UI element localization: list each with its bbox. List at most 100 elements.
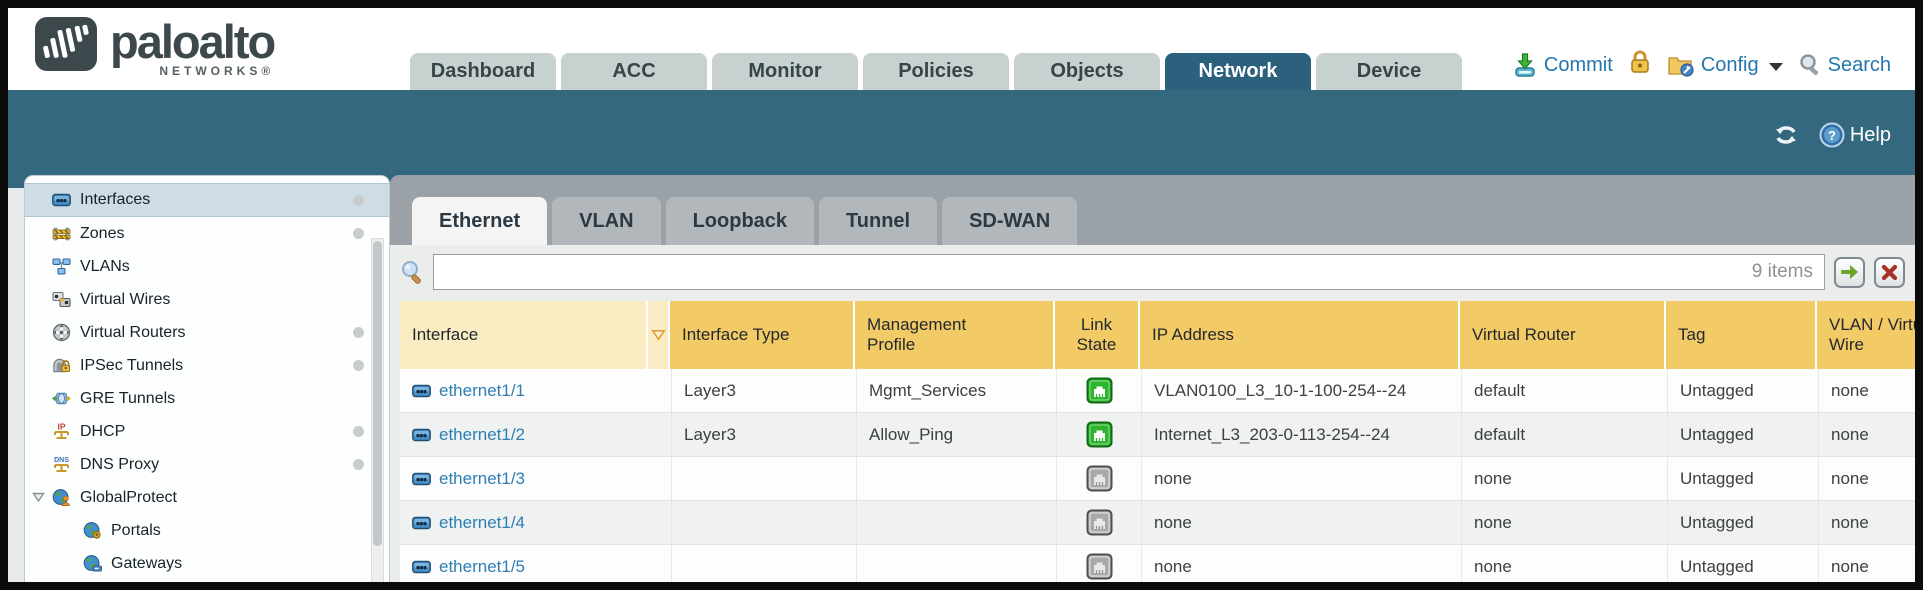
sidebar-item-label: Portals <box>111 522 161 540</box>
clear-filter-button[interactable] <box>1874 257 1905 288</box>
column-header-label: Tag <box>1678 325 1705 345</box>
sidebar-item-label: DHCP <box>80 423 125 441</box>
sidebar-item-label: VLANs <box>80 258 130 276</box>
tab-ethernet[interactable]: Ethernet <box>412 197 547 245</box>
column-header-interface[interactable]: Interface <box>400 301 648 369</box>
sidebar-item-portals[interactable]: Portals <box>25 514 389 547</box>
cell-management-profile <box>857 501 1057 544</box>
help-label: Help <box>1850 124 1891 147</box>
ethernet-icon <box>412 428 431 442</box>
status-dot <box>353 426 364 437</box>
config-folder-icon <box>1667 53 1695 77</box>
svg-text:DNS: DNS <box>54 457 69 464</box>
column-header-router[interactable]: Virtual Router <box>1460 301 1666 369</box>
sidebar-item-vlans[interactable]: VLANs <box>25 250 389 283</box>
table-row[interactable]: ethernet1/2Layer3Allow_PingInternet_L3_2… <box>400 413 1915 457</box>
expander-icon[interactable] <box>32 492 45 503</box>
sidebar-item-zones[interactable]: Zones <box>25 217 389 250</box>
nav-tab-device[interactable]: Device <box>1316 53 1462 90</box>
column-header-link[interactable]: Link State <box>1055 301 1140 369</box>
cell-ip-address: VLAN0100_L3_10-1-100-254--24 <box>1142 369 1462 412</box>
apply-filter-button[interactable] <box>1834 257 1865 288</box>
tab-tunnel[interactable]: Tunnel <box>819 197 937 245</box>
virtual-routers-icon <box>52 323 71 342</box>
column-header-sort[interactable] <box>648 301 670 369</box>
cell-interface-type <box>672 501 857 544</box>
interface-link[interactable]: ethernet1/4 <box>412 513 525 533</box>
sidebar-item-interfaces[interactable]: Interfaces <box>25 183 389 217</box>
sidebar: InterfacesZones VLANs Virtual WiresVirtual… <box>24 175 390 582</box>
cell-management-profile <box>857 457 1057 500</box>
column-header-ip[interactable]: IP Address <box>1140 301 1460 369</box>
tab-sd-wan[interactable]: SD-WAN <box>942 197 1077 245</box>
cell-link-state <box>1057 413 1142 456</box>
port-down-icon <box>1086 553 1113 580</box>
sidebar-item-gre-tunnels[interactable]: GRE Tunnels <box>25 382 389 415</box>
search-icon <box>400 259 424 285</box>
nav-tab-policies[interactable]: Policies <box>863 53 1009 90</box>
sidebar-item-label: IPSec Tunnels <box>80 357 183 375</box>
tab-loopback[interactable]: Loopback <box>666 197 814 245</box>
filter-input[interactable] <box>433 254 1825 290</box>
vlans-icon <box>52 257 71 276</box>
dhcp-icon: IP <box>52 422 71 441</box>
sidebar-item-globalprotect[interactable]: GlobalProtect <box>25 481 389 514</box>
cell-virtual-router: none <box>1462 501 1668 544</box>
config-menu[interactable]: Config <box>1667 53 1783 77</box>
gateways-icon <box>83 554 102 573</box>
interface-link[interactable]: ethernet1/2 <box>412 425 525 445</box>
column-header-label: Virtual Router <box>1472 325 1576 345</box>
cell-vlan-wire: none <box>1819 369 1915 412</box>
cell-interface: ethernet1/2 <box>400 413 672 456</box>
table-row[interactable]: ethernet1/1Layer3Mgmt_ServicesVLAN0100_L… <box>400 369 1915 413</box>
refresh-icon[interactable] <box>1773 123 1799 147</box>
column-header-tag[interactable]: Tag <box>1666 301 1817 369</box>
top-header: paloalto NETWORKS® DashboardACCMonitorPo… <box>8 8 1915 90</box>
table-row[interactable]: ethernet1/4nonenoneUntaggednone <box>400 501 1915 545</box>
interface-name: ethernet1/5 <box>439 557 525 577</box>
column-header-label: Interface Type <box>682 325 789 345</box>
cell-tag: Untagged <box>1668 369 1819 412</box>
interface-link[interactable]: ethernet1/1 <box>412 381 525 401</box>
help-button[interactable]: ? Help <box>1819 122 1891 148</box>
sort-dropdown-icon <box>651 329 666 341</box>
status-dot <box>353 360 364 371</box>
tab-vlan[interactable]: VLAN <box>552 197 660 245</box>
sidebar-item-gateways[interactable]: Gateways <box>25 547 389 580</box>
lock-icon[interactable] <box>1628 49 1652 81</box>
cell-interface-type <box>672 457 857 500</box>
sidebar-item-virtual-wires[interactable]: Virtual Wires <box>25 283 389 316</box>
cell-interface-type: Layer3 <box>672 413 857 456</box>
interface-link[interactable]: ethernet1/5 <box>412 557 525 577</box>
table-row[interactable]: ethernet1/3nonenoneUntaggednone <box>400 457 1915 501</box>
sidebar-item-dhcp[interactable]: IP DHCP <box>25 415 389 448</box>
nav-tab-acc[interactable]: ACC <box>561 53 707 90</box>
nav-tab-objects[interactable]: Objects <box>1014 53 1160 90</box>
cell-ip-address: Internet_L3_203-0-113-254--24 <box>1142 413 1462 456</box>
svg-text:?: ? <box>1828 128 1836 143</box>
secondary-bar: ? Help <box>8 90 1915 188</box>
column-header-vlan[interactable]: VLAN / Virtual Wire <box>1817 301 1915 369</box>
sidebar-item-virtual-routers[interactable]: Virtual Routers <box>25 316 389 349</box>
search-menu[interactable]: Search <box>1798 53 1891 77</box>
header-actions: Commit Config <box>1512 49 1891 81</box>
cell-tag: Untagged <box>1668 545 1819 582</box>
column-header-label: VLAN / Virtual Wire <box>1829 315 1915 355</box>
cell-interface-type: Layer3 <box>672 369 857 412</box>
commit-button[interactable]: Commit <box>1512 52 1613 78</box>
nav-tab-network[interactable]: Network <box>1165 53 1311 90</box>
column-header-type[interactable]: Interface Type <box>670 301 855 369</box>
nav-tab-dashboard[interactable]: Dashboard <box>410 53 556 90</box>
sidebar-item-dns-proxy[interactable]: DNSDNS Proxy <box>25 448 389 481</box>
sidebar-scrollbar[interactable] <box>371 238 384 582</box>
nav-tab-monitor[interactable]: Monitor <box>712 53 858 90</box>
table-row[interactable]: ethernet1/5nonenoneUntaggednone <box>400 545 1915 582</box>
ethernet-icon <box>412 384 431 398</box>
column-header-profile[interactable]: Management Profile <box>855 301 1055 369</box>
interface-link[interactable]: ethernet1/3 <box>412 469 525 489</box>
sidebar-item-ipsec-tunnels[interactable]: IPSec Tunnels <box>25 349 389 382</box>
cell-link-state <box>1057 545 1142 582</box>
table-body: ethernet1/1Layer3Mgmt_ServicesVLAN0100_L… <box>400 369 1915 582</box>
dns-proxy-icon: DNS <box>52 455 71 474</box>
scrollbar-thumb[interactable] <box>373 241 382 546</box>
